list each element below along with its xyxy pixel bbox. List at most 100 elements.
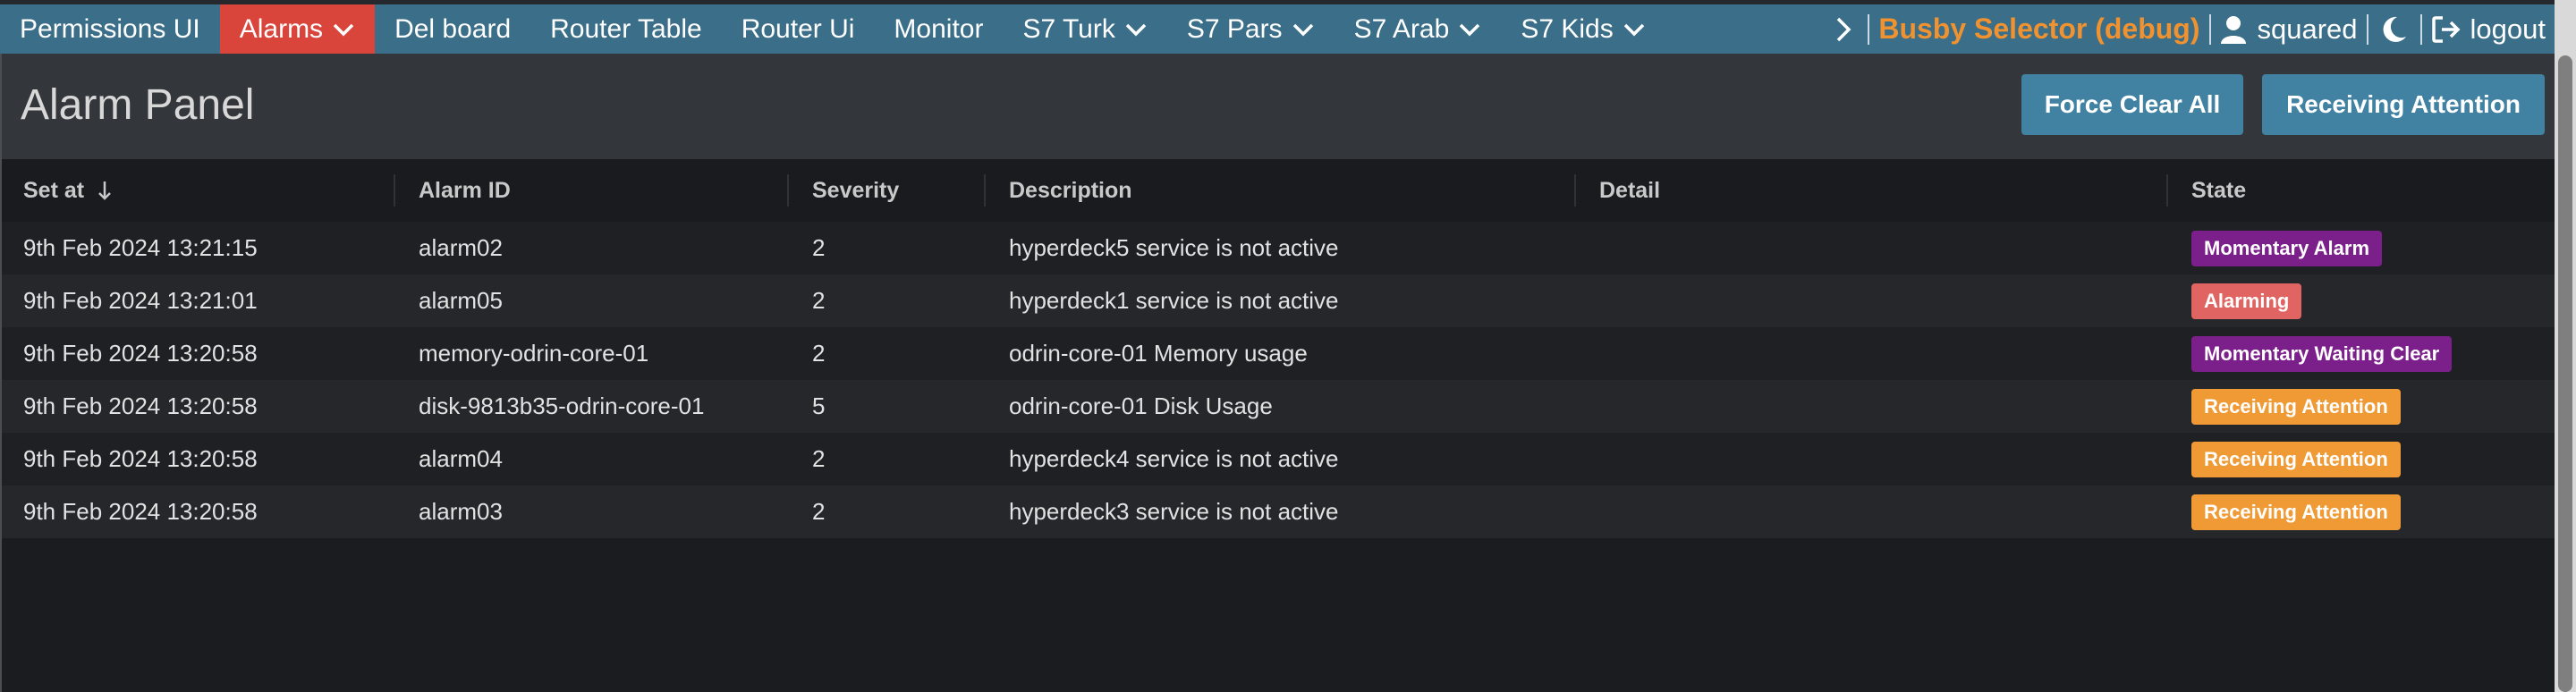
nav-items: Permissions UI Alarms Del board Router Tabl… (0, 4, 1665, 54)
table-row[interactable]: 9th Feb 2024 13:20:58 alarm04 2 hyperdeck4 … (2, 433, 2556, 485)
cell-state: Momentary Alarm (2170, 222, 2383, 274)
arrow-down-icon[interactable] (97, 179, 113, 202)
cell-set-at: 9th Feb 2024 13:20:58 (23, 392, 258, 419)
nav-item-label: S7 Arab (1353, 13, 1450, 44)
nav-item-label: S7 Pars (1186, 13, 1283, 44)
table-header: Set at Alarm ID Severity Description Det… (2, 159, 2556, 222)
nav-item-label: Del board (394, 13, 512, 44)
cell-severity: 2 (812, 287, 826, 314)
user-icon (2220, 15, 2246, 44)
nav-item-label: Monitor (894, 13, 984, 44)
cell-alarm-id: disk-9813b35-odrin-core-01 (419, 392, 705, 419)
logout-button[interactable]: logout (2431, 13, 2546, 46)
cell-set-at: 9th Feb 2024 13:20:58 (23, 445, 258, 472)
cell-alarm-id: alarm02 (419, 234, 503, 261)
state-badge: Momentary Alarm (2191, 230, 2383, 266)
cell-severity: 2 (812, 234, 826, 261)
nav-item-monitor[interactable]: Monitor (874, 4, 1003, 54)
nav-divider (1868, 13, 1870, 45)
cell-detail (1578, 485, 1599, 538)
nav-right: Busby Selector (debug) squared logout (1834, 4, 2555, 54)
force-clear-all-button[interactable]: Force Clear All (2021, 74, 2243, 135)
nav-item-del-board[interactable]: Del board (375, 4, 530, 54)
nav-item-router-table[interactable]: Router Table (530, 4, 722, 54)
cell-alarm-id: memory-odrin-core-01 (419, 340, 649, 367)
logout-icon (2431, 15, 2461, 43)
chevron-down-icon (1460, 23, 1480, 36)
column-header-alarm-id[interactable]: Alarm ID (397, 159, 511, 222)
user-name: squared (2257, 13, 2358, 45)
column-divider[interactable] (2166, 174, 2168, 207)
cell-severity: 2 (812, 445, 826, 472)
cell-set-at: 9th Feb 2024 13:20:58 (23, 340, 258, 367)
cell-set-at: 9th Feb 2024 13:20:58 (23, 498, 258, 525)
cell-description: hyperdeck1 service is not active (1009, 287, 1339, 314)
cell-detail (1578, 274, 1599, 327)
nav-item-alarms[interactable]: Alarms (219, 4, 376, 54)
cell-severity: 2 (812, 498, 826, 525)
column-header-severity[interactable]: Severity (791, 159, 899, 222)
chevron-down-icon (1125, 23, 1147, 36)
nav-item-s7-kids[interactable]: S7 Kids (1501, 4, 1665, 54)
alarm-panel-header: Alarm Panel Force Clear All Receiving At… (0, 54, 2555, 159)
cell-severity: 5 (812, 392, 826, 419)
table-row[interactable]: 9th Feb 2024 13:20:58 alarm03 2 hyperdeck3 … (2, 485, 2556, 538)
nav-item-router-ui[interactable]: Router Ui (722, 4, 875, 54)
nav-item-label: Alarms (239, 13, 324, 44)
nav-item-label: Permissions UI (20, 13, 200, 44)
cell-detail (1578, 380, 1599, 433)
chevron-right-icon[interactable] (1834, 16, 1853, 43)
cell-description: hyperdeck5 service is not active (1009, 234, 1339, 261)
column-header-set-at[interactable]: Set at (2, 159, 113, 222)
nav-item-permissions-ui[interactable]: Permissions UI (0, 4, 220, 54)
state-badge: Receiving Attention (2191, 441, 2401, 477)
cell-description: hyperdeck3 service is not active (1009, 498, 1339, 525)
receiving-attention-button[interactable]: Receiving Attention (2262, 74, 2545, 135)
state-badge: Momentary Waiting Clear (2191, 335, 2453, 372)
table-row[interactable]: 9th Feb 2024 13:20:58 memory-odrin-core-0… (2, 327, 2556, 380)
cell-alarm-id: alarm05 (419, 287, 503, 314)
nav-item-s7-arab[interactable]: S7 Arab (1335, 4, 1502, 54)
nav-item-s7-turk[interactable]: S7 Turk (1003, 4, 1166, 54)
column-divider[interactable] (1574, 174, 1576, 207)
nav-item-label: S7 Kids (1521, 13, 1614, 44)
nav-item-label: Router Ui (741, 13, 855, 44)
table-row[interactable]: 9th Feb 2024 13:21:01 alarm05 2 hyperdeck1 … (2, 274, 2556, 327)
user-menu[interactable]: squared (2220, 13, 2358, 46)
nav-divider (2419, 13, 2422, 45)
brand-title[interactable]: Busby Selector (debug) (1878, 13, 2199, 46)
column-divider[interactable] (394, 174, 395, 207)
column-header-description[interactable]: Description (987, 159, 1132, 222)
cell-state: Momentary Waiting Clear (2170, 327, 2453, 380)
cell-alarm-id: alarm04 (419, 445, 503, 472)
cell-detail (1578, 327, 1599, 380)
nav-divider (2366, 13, 2368, 45)
column-header-label: Set at (23, 177, 85, 203)
column-divider[interactable] (787, 174, 789, 207)
cell-set-at: 9th Feb 2024 13:21:15 (23, 234, 258, 261)
cell-state: Receiving Attention (2170, 485, 2401, 538)
scrollbar-thumb[interactable] (2558, 55, 2572, 692)
chevron-down-icon (1292, 23, 1313, 36)
cell-detail (1578, 433, 1599, 485)
cell-state: Receiving Attention (2170, 433, 2401, 485)
column-divider[interactable] (984, 174, 986, 207)
cell-description: hyperdeck4 service is not active (1009, 445, 1339, 472)
column-header-state[interactable]: State (2170, 159, 2246, 222)
cell-state: Receiving Attention (2170, 380, 2401, 433)
cell-description: odrin-core-01 Memory usage (1009, 340, 1308, 367)
nav-item-s7-pars[interactable]: S7 Pars (1167, 4, 1335, 54)
chevron-down-icon (1623, 23, 1644, 36)
state-badge: Receiving Attention (2191, 388, 2401, 425)
column-header-detail[interactable]: Detail (1578, 159, 1660, 222)
page-scrollbar[interactable] (2555, 0, 2576, 692)
state-badge: Receiving Attention (2191, 494, 2401, 530)
nav-divider (2208, 13, 2211, 45)
cell-state: Alarming (2170, 274, 2302, 327)
cell-detail (1578, 222, 1599, 274)
nav-item-label: S7 Turk (1022, 13, 1115, 44)
table-row[interactable]: 9th Feb 2024 13:20:58 disk-9813b35-odrin-… (2, 380, 2556, 433)
cell-description: odrin-core-01 Disk Usage (1009, 392, 1273, 419)
table-row[interactable]: 9th Feb 2024 13:21:15 alarm02 2 hyperdeck5 … (2, 222, 2556, 274)
moon-icon[interactable] (2381, 15, 2408, 44)
